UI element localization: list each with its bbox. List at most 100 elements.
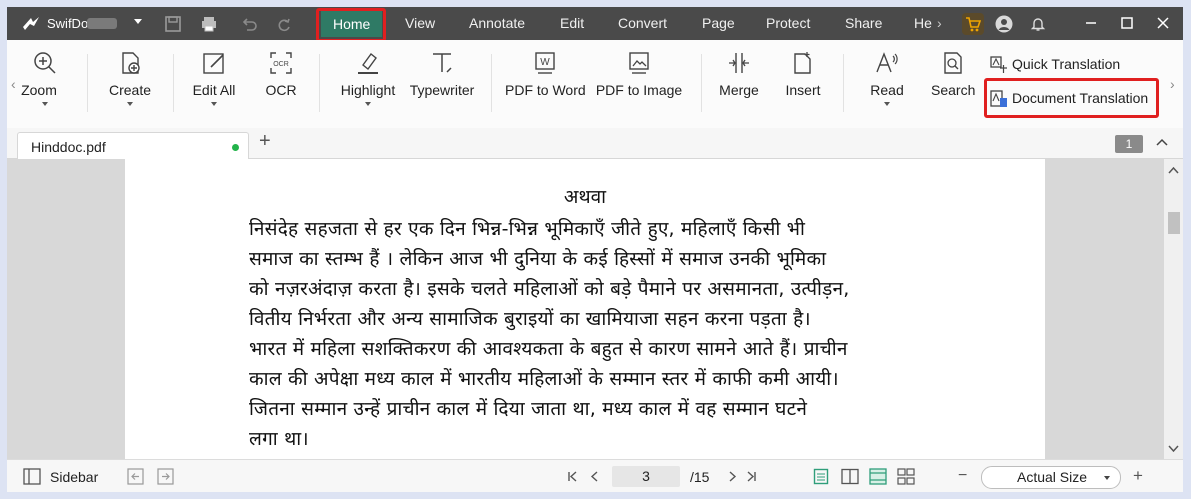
edit-all-icon bbox=[203, 53, 224, 74]
first-page-icon[interactable] bbox=[567, 471, 578, 482]
home-highlight-box bbox=[316, 8, 386, 42]
page-text-line: को नज़रअंदाज़ करता है। इसके चलते महिलाओं… bbox=[249, 278, 850, 300]
minimize-icon[interactable] bbox=[1081, 13, 1101, 33]
highlight-tool[interactable]: Highlight bbox=[337, 50, 399, 106]
menu-page[interactable]: Page bbox=[702, 7, 735, 40]
app-window: SwifDoo Home View Annotate Edit Convert … bbox=[7, 7, 1183, 492]
pdf-to-word-tool[interactable]: W PDF to Word bbox=[505, 50, 586, 98]
menu-convert[interactable]: Convert bbox=[618, 7, 667, 40]
last-page-icon[interactable] bbox=[746, 471, 757, 482]
menu-annotate[interactable]: Annotate bbox=[469, 7, 525, 40]
collapse-ribbon-chevron-icon[interactable] bbox=[1156, 137, 1168, 147]
pdf-page: अथवा निसंदेह सहजता से हर एक दिन भिन्न-भि… bbox=[125, 159, 1045, 459]
search-icon bbox=[944, 52, 962, 74]
zoom-level-value: Actual Size bbox=[1017, 469, 1088, 485]
pdf-to-image-icon bbox=[629, 52, 649, 74]
sidebar-label[interactable]: Sidebar bbox=[50, 469, 98, 485]
notification-bell-icon[interactable] bbox=[1029, 15, 1047, 33]
sidebar-toggle-icon[interactable] bbox=[23, 468, 41, 485]
pdf-to-word-label: PDF to Word bbox=[505, 82, 586, 98]
page-text-line: निसंदेह सहजता से हर एक दिन भिन्न-भिन्न भ… bbox=[249, 218, 806, 240]
next-view-icon[interactable] bbox=[157, 468, 174, 485]
new-tab-plus-icon[interactable]: + bbox=[259, 130, 271, 153]
scrollbar-thumb[interactable] bbox=[1168, 212, 1180, 234]
page-text-line: काल की अपेक्षा मध्य काल में भारतीय महिला… bbox=[249, 368, 839, 390]
zoom-level-select[interactable]: Actual Size bbox=[981, 466, 1121, 489]
pdf-to-image-label: PDF to Image bbox=[595, 82, 683, 98]
vertical-scrollbar[interactable] bbox=[1164, 159, 1183, 459]
edit-all-label: Edit All bbox=[192, 82, 236, 98]
typewriter-icon bbox=[433, 53, 452, 73]
total-pages: /15 bbox=[690, 469, 710, 485]
app-name-redaction bbox=[87, 18, 117, 29]
quick-translation-button[interactable]: Quick Translation bbox=[990, 56, 1120, 74]
page-number-badge: 1 bbox=[1115, 135, 1143, 153]
app-menu-dropdown-icon[interactable] bbox=[134, 19, 142, 24]
menu-share[interactable]: Share bbox=[845, 7, 882, 40]
page-text-line: जितना सम्मान उन्हें प्राचीन काल में दिया… bbox=[249, 398, 808, 420]
ribbon-separator bbox=[87, 54, 88, 112]
menu-overflow-chevron-icon[interactable]: › bbox=[937, 7, 942, 40]
status-bar: Sidebar 3 /15 − Actual Size + bbox=[7, 459, 1183, 492]
highlight-label: Highlight bbox=[340, 82, 396, 98]
pdf-to-image-tool[interactable]: PDF to Image bbox=[595, 50, 683, 98]
ribbon-separator bbox=[319, 54, 320, 112]
typewriter-tool[interactable]: Typewriter bbox=[409, 50, 475, 98]
read-aloud-icon bbox=[876, 52, 898, 73]
edit-all-tool[interactable]: Edit All bbox=[189, 50, 239, 106]
cart-icon bbox=[966, 17, 982, 32]
ribbon-scroll-right-icon[interactable]: › bbox=[1170, 76, 1175, 92]
undo-icon[interactable] bbox=[240, 15, 258, 33]
zoom-out-button[interactable]: − bbox=[958, 467, 967, 485]
highlight-dropdown-caret-icon bbox=[365, 102, 371, 106]
ribbon-separator bbox=[701, 54, 702, 112]
ocr-icon: OCR bbox=[270, 52, 292, 74]
scroll-down-icon[interactable] bbox=[1168, 445, 1179, 453]
pdf-to-word-icon: W bbox=[535, 52, 555, 74]
menu-view[interactable]: View bbox=[405, 7, 435, 40]
thumbnail-grid-view-icon[interactable] bbox=[897, 468, 915, 485]
search-tool[interactable]: Search bbox=[931, 50, 975, 98]
page-text-line: लगा था। bbox=[249, 428, 309, 450]
zoom-tool[interactable]: Zoom bbox=[19, 50, 71, 106]
page-heading: अथवा bbox=[563, 186, 607, 208]
document-tab[interactable]: Hinddoc.pdf bbox=[17, 132, 249, 160]
two-page-view-icon[interactable] bbox=[841, 468, 859, 485]
svg-text:W: W bbox=[540, 57, 550, 68]
create-dropdown-caret-icon bbox=[127, 102, 133, 106]
single-page-view-icon[interactable] bbox=[813, 468, 829, 485]
menu-edit[interactable]: Edit bbox=[560, 7, 584, 40]
zoom-select-caret-icon bbox=[1104, 476, 1110, 480]
scroll-up-icon[interactable] bbox=[1168, 166, 1179, 174]
search-label: Search bbox=[931, 82, 976, 98]
user-avatar-icon[interactable] bbox=[995, 15, 1013, 33]
insert-tool[interactable]: Insert bbox=[783, 50, 823, 98]
zoom-in-button[interactable]: + bbox=[1133, 466, 1143, 486]
document-viewer[interactable]: अथवा निसंदेह सहजता से हर एक दिन भिन्न-भि… bbox=[7, 159, 1164, 459]
current-page-input[interactable]: 3 bbox=[612, 466, 680, 487]
next-page-icon[interactable] bbox=[727, 471, 738, 482]
create-tool[interactable]: Create bbox=[105, 50, 155, 106]
previous-page-icon[interactable] bbox=[589, 471, 600, 482]
read-dropdown-caret-icon bbox=[884, 102, 890, 106]
typewriter-label: Typewriter bbox=[409, 82, 475, 98]
menu-protect[interactable]: Protect bbox=[766, 7, 810, 40]
quick-translation-label: Quick Translation bbox=[1012, 56, 1121, 72]
redo-icon[interactable] bbox=[275, 15, 293, 33]
ocr-tool[interactable]: OCR OCR bbox=[261, 50, 301, 98]
previous-view-icon[interactable] bbox=[127, 468, 144, 485]
home-ribbon: ‹ Zoom Create Edit All OCR OCR Highlight… bbox=[7, 40, 1183, 129]
title-bar: SwifDoo Home View Annotate Edit Convert … bbox=[7, 7, 1183, 42]
save-icon[interactable] bbox=[164, 15, 182, 33]
merge-tool[interactable]: Merge bbox=[717, 50, 761, 98]
page-text-line: भारत में महिला सशक्तिकरण की आवश्यकता के … bbox=[249, 338, 848, 360]
ocr-label: OCR bbox=[265, 82, 297, 98]
continuous-scroll-view-icon[interactable] bbox=[869, 468, 887, 485]
menu-help[interactable]: He bbox=[914, 7, 932, 40]
maximize-icon[interactable] bbox=[1117, 13, 1137, 33]
read-tool[interactable]: Read bbox=[869, 50, 905, 106]
create-label: Create bbox=[108, 82, 152, 98]
ribbon-separator bbox=[491, 54, 492, 112]
print-icon[interactable] bbox=[200, 15, 218, 33]
close-icon[interactable] bbox=[1153, 13, 1173, 33]
